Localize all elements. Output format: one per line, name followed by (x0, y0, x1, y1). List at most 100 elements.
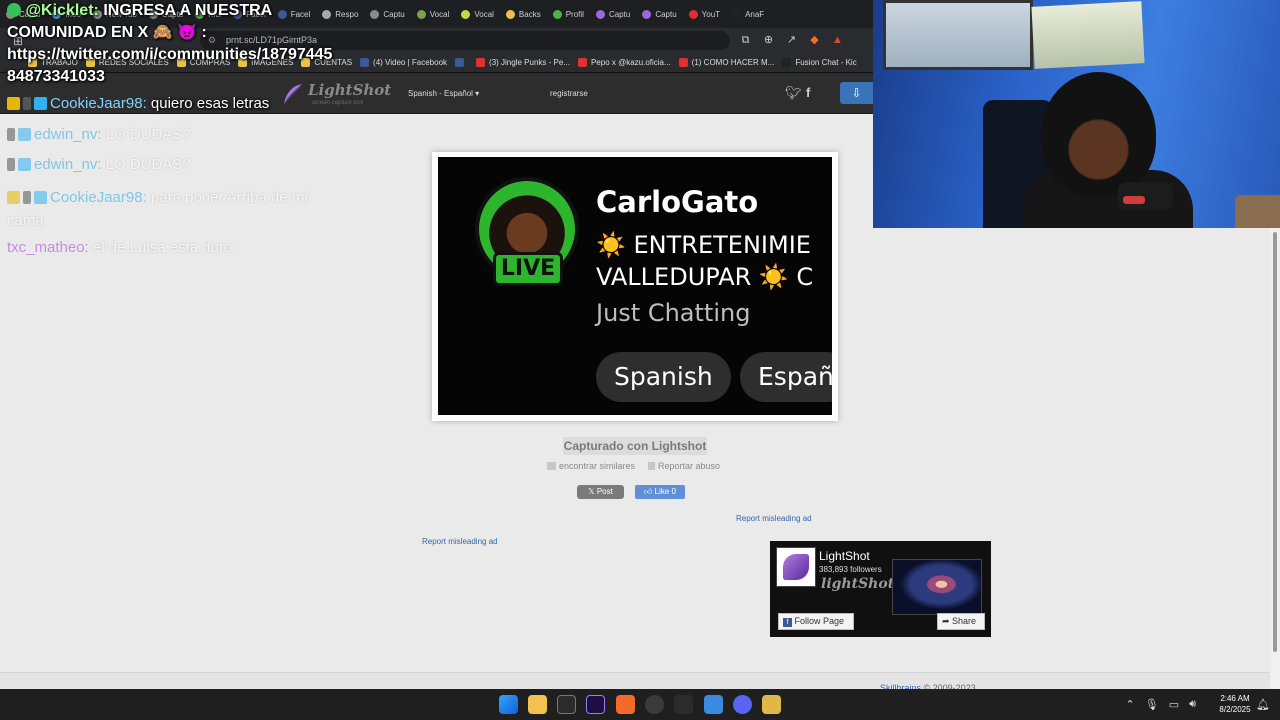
browser-tab[interactable]: Profil (547, 3, 590, 25)
browser-tab[interactable]: Captu (364, 3, 410, 25)
discord-icon[interactable] (733, 695, 752, 714)
tab-favicon-icon (505, 9, 515, 19)
report-ad-link-left[interactable]: Report misleading ad (422, 537, 498, 546)
fb-share-button[interactable]: ➦ Share (937, 613, 985, 630)
tab-favicon-icon (688, 9, 698, 19)
browser-tab[interactable]: Captu (636, 3, 682, 25)
browser-tab[interactable]: Backs (500, 3, 547, 25)
sub-badge-icon (7, 128, 15, 141)
page-scrollbar[interactable] (1270, 228, 1280, 689)
file-explorer-icon[interactable] (528, 695, 547, 714)
wall-picture (883, 0, 1033, 70)
facebook-icon[interactable]: f (806, 85, 810, 100)
obs-icon[interactable] (645, 695, 664, 714)
chat-message: CookieJaar98: quiero esas letras (7, 95, 269, 112)
premiere-pro-icon[interactable] (586, 695, 605, 714)
site-favicon-icon (476, 58, 486, 67)
notification-bell-icon[interactable]: 🔔︎ (1256, 698, 1270, 711)
bookmark-item[interactable]: (4) Video | Facebook (360, 58, 447, 67)
brave-browser-icon[interactable] (616, 695, 635, 714)
tab-label: Respo (335, 9, 359, 19)
tab-favicon-icon (416, 9, 426, 19)
scrollbar-thumb[interactable] (1273, 232, 1277, 652)
fb-page-avatar[interactable] (776, 547, 816, 587)
tab-label: Vocal (474, 9, 494, 19)
mic-light (1123, 196, 1145, 204)
tab-favicon-icon (461, 9, 471, 19)
browser-tab[interactable]: AnaF (726, 3, 770, 25)
tab-label: AnaF (745, 9, 765, 19)
chat-message: edwin_nv: LO DUDAS? (7, 126, 191, 143)
tab-label: Vocal (429, 9, 450, 19)
volume-icon[interactable]: 🔊︎ (1189, 698, 1196, 711)
screenshot-image[interactable]: LIVE CarloGato ☀️ ENTRETENIMIE VALLEDUPA… (438, 157, 832, 415)
browser-tab[interactable]: YouT (683, 3, 726, 25)
chat-message: CookieJaar98: para poner Arriba de mi ca… (7, 189, 308, 229)
microphone-icon[interactable]: 🎙︎ (1145, 698, 1159, 711)
bookmark-item[interactable]: Pepo x @kazu.oficia... (577, 58, 671, 67)
tab-favicon-icon (732, 9, 742, 19)
fb-cover-image (892, 559, 982, 615)
share-icon[interactable]: ↗ (784, 32, 799, 49)
fb-follow-page-button[interactable]: f Follow Page (778, 613, 854, 630)
fb-cover-logo-text: lightShot (821, 576, 895, 592)
webcam-overlay (873, 0, 1280, 228)
bookmark-item[interactable]: (3) Jingle Punks - Pe... (476, 58, 570, 67)
cube-badge-icon (18, 128, 31, 141)
network-icon[interactable]: ▭ (1169, 698, 1179, 711)
twitter-icon[interactable]: 🐦︎ (785, 85, 802, 101)
browser-tab[interactable]: Vocal (455, 3, 500, 25)
facebook-like-button[interactable]: 👍︎ Like 0 (635, 485, 685, 499)
screenshot-frame: LIVE CarloGato ☀️ ENTRETENIMIE VALLEDUPA… (432, 152, 838, 421)
cube-badge-icon (34, 97, 47, 110)
zoom-icon[interactable]: ⊕ (761, 32, 776, 49)
bookmark-label: (3) Jingle Punks - Pe... (489, 58, 570, 67)
captured-with-lightshot-label[interactable]: Capturado con Lightshot (563, 437, 707, 455)
bookmark-item[interactable] (455, 58, 468, 67)
report-abuse-link[interactable]: Reportar abuso (648, 461, 720, 471)
tab-label: Captu (608, 9, 631, 19)
report-ad-link-right[interactable]: Report misleading ad (736, 514, 812, 523)
wall-banknote (1031, 1, 1145, 69)
tab-favicon-icon (642, 9, 652, 19)
crown-badge-icon (7, 191, 20, 204)
media-player-icon[interactable] (762, 695, 781, 714)
stream-title-line-1: ☀️ ENTRETENIMIE (596, 231, 811, 259)
stream-tag-espanol: Españ (740, 352, 832, 402)
browser-tab[interactable]: Captu (590, 3, 636, 25)
brave-shield-icon[interactable]: ◆ (807, 32, 822, 49)
capcut-icon[interactable] (674, 695, 693, 714)
flag-icon (648, 462, 655, 470)
open-in-app-icon[interactable]: ⧉ (738, 32, 753, 49)
site-favicon-icon (360, 58, 370, 67)
vscode-icon[interactable] (704, 695, 723, 714)
chat-message: txc_matheo: el de Luisa esta duro (7, 239, 233, 256)
stream-title-line-2: VALLEDUPAR ☀️ C (596, 263, 814, 291)
register-link[interactable]: registrarse (550, 89, 588, 98)
image-icon (547, 462, 556, 470)
streamer-name: CarloGato (596, 185, 759, 219)
tab-label: Captu (655, 9, 677, 19)
fb-page-name[interactable]: LightShot (819, 549, 870, 563)
browser-tab[interactable]: Vocal (411, 3, 456, 25)
cube-badge-icon (34, 191, 47, 204)
chevron-up-icon[interactable]: ⌃ (1126, 698, 1135, 711)
verified-badge-icon (7, 3, 21, 17)
facebook-icon: f (783, 618, 792, 627)
bookmark-item[interactable]: Fusion Chat - Kic (782, 58, 857, 67)
system-clock[interactable]: 2:46 AM 8/2/2025 (1215, 693, 1255, 715)
start-button-icon[interactable] (499, 695, 518, 714)
feather-logo-icon (783, 554, 809, 580)
terminal-icon[interactable] (557, 695, 576, 714)
stream-category: Just Chatting (596, 299, 751, 327)
download-button[interactable]: ⇩ (840, 82, 873, 104)
facebook-page-widget: LightShot 383,893 followers lightShot f … (770, 541, 991, 637)
language-select[interactable]: Spanish - Español ▾ (408, 89, 479, 98)
brave-rewards-icon[interactable]: ▲ (830, 32, 845, 49)
bookmark-item[interactable]: (1) COMO HACER M... (678, 58, 774, 67)
cube-badge-icon (18, 158, 31, 171)
windows-taskbar: ⌃ 🎙︎ ▭ 🔊︎ 🔔︎ 2:46 AM 8/2/2025 (0, 689, 1280, 720)
stream-tag-spanish: Spanish (596, 352, 731, 402)
post-to-x-button[interactable]: 𝕏 Post (577, 485, 624, 499)
find-similar-link[interactable]: encontrar similares (547, 461, 635, 471)
